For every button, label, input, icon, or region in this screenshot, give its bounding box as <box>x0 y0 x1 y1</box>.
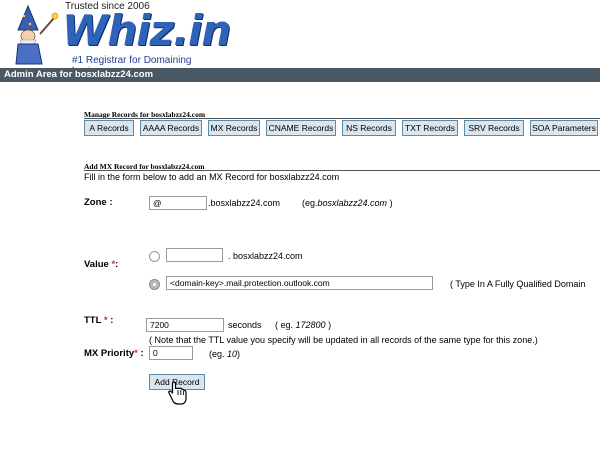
tab-txt-records[interactable]: TXT Records <box>402 120 458 136</box>
zone-input[interactable]: @ <box>149 196 207 210</box>
logo: Trusted since 2006 Whiz.in #1 Registrar … <box>8 0 231 77</box>
admin-area-bar: Admin Area for bosxlabzz24.com <box>0 68 600 82</box>
tab-soa-parameters[interactable]: SOA Parameters <box>530 120 598 136</box>
tab-cname-records[interactable]: CNAME Records <box>266 120 336 136</box>
zone-suffix: .bosxlabzz24.com <box>208 198 281 208</box>
zone-example: (eg.bosxlabzz24.com ) <box>302 198 393 208</box>
ttl-unit: seconds <box>228 320 262 330</box>
value-label: Value *: <box>84 259 119 270</box>
tab-mx-records[interactable]: MX Records <box>208 120 260 136</box>
divider <box>84 170 600 171</box>
value-radio-subdomain[interactable] <box>149 251 160 262</box>
form-intro: Fill in the form below to add an MX Reco… <box>84 172 340 182</box>
ttl-example: ( eg. 172800 ) <box>275 320 332 330</box>
mx-priority-label: MX Priority* : <box>84 348 144 359</box>
mx-priority-example: (eg. 10) <box>209 349 241 359</box>
tab-aaaa-records[interactable]: AAAA Records <box>140 120 202 136</box>
value-radio-fqdn[interactable] <box>149 279 160 290</box>
value-fqdn-hint: ( Type In A Fully Qualified Domain <box>450 279 586 289</box>
ttl-input[interactable]: 7200 <box>146 318 224 332</box>
tab-srv-records[interactable]: SRV Records <box>464 120 524 136</box>
tab-a-records[interactable]: A Records <box>84 120 134 136</box>
hand-cursor-icon <box>168 381 187 405</box>
tab-ns-records[interactable]: NS Records <box>342 120 396 136</box>
mx-priority-input[interactable]: 0 <box>149 346 193 360</box>
zone-label: Zone : <box>84 197 113 208</box>
ttl-label: TTL * : <box>84 315 114 326</box>
divider <box>84 118 600 119</box>
ttl-note: ( Note that the TTL value you specify wi… <box>149 335 538 345</box>
wizard-icon <box>15 4 59 65</box>
value-fqdn-input[interactable]: <domain-key>.mail.protection.outlook.com <box>166 276 433 290</box>
value-subdomain-input[interactable] <box>166 248 223 262</box>
brand-name[interactable]: Whiz.in <box>62 10 231 52</box>
value-subdomain-suffix: . bosxlabzz24.com <box>228 251 303 261</box>
